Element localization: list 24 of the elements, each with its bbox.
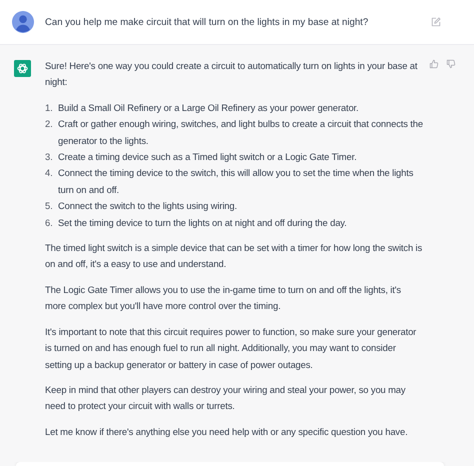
- list-item-text: Build a Small Oil Refinery or a Large Oil Refinery as your power generator.: [58, 100, 360, 115]
- list-item-text: Connect the switch to the lights using wiring.: [58, 199, 238, 214]
- list-item-text: Create a timing device such as a Timed light switch or a Logic Gate Timer.: [58, 150, 358, 164]
- list-number: 5.: [45, 199, 54, 214]
- list-number: 4.: [45, 166, 54, 180]
- assistant-logo-icon: [14, 60, 31, 77]
- answer-paragraph: Sure! Here's one way you could create a circuit to automatically turn on lights in your base at night:: [45, 59, 418, 90]
- answer-paragraph: The timed light switch is a simple device that can be set with a timer for how long the switch is on and off, it's a easy to use and understand.: [45, 241, 423, 272]
- answer-paragraph: The Logic Gate Timer allows you to use the in-game time to turn on and off the lights, it's more complex but you'll have more control over the timing.: [45, 282, 402, 314]
- edit-icon[interactable]: [431, 17, 441, 27]
- answer-paragraph: Let me know if there's anything else you need help with or any specific question you have.: [45, 424, 409, 439]
- user-message: Can you help me make circuit that will turn on the lights in my base at night?: [45, 16, 370, 28]
- list-number: 3.: [45, 150, 54, 164]
- thumbs-down-icon[interactable]: [446, 59, 456, 69]
- list-number: 6.: [45, 216, 54, 230]
- answer-paragraph: It's important to note that this circuit requires power to function, so make sure your generator is turned on and has enough fuel to run all night. Additionally, you may want to consider setting up a backup generator or battery in case of power outages.: [45, 324, 418, 372]
- list-item-text: Set the timing device to turn the lights on at night and off during the day.: [58, 216, 348, 230]
- list-item-text: Craft or gather enough wiring, switches, and light bulbs to create a circuit that connects the generator to the lights.: [58, 117, 423, 148]
- answer-paragraph: Keep in mind that other players can destroy your wiring and steal your power, so you may need to protect your circuit with walls or turrets.: [45, 382, 406, 414]
- list-item-text: Connect the timing device to the switch, this will allow you to set the time when the lights turn on and off.: [58, 166, 414, 197]
- list-number: 1.: [45, 100, 54, 115]
- thumbs-up-icon[interactable]: [429, 59, 439, 69]
- list-number: 2.: [45, 117, 54, 132]
- user-avatar: [12, 11, 34, 33]
